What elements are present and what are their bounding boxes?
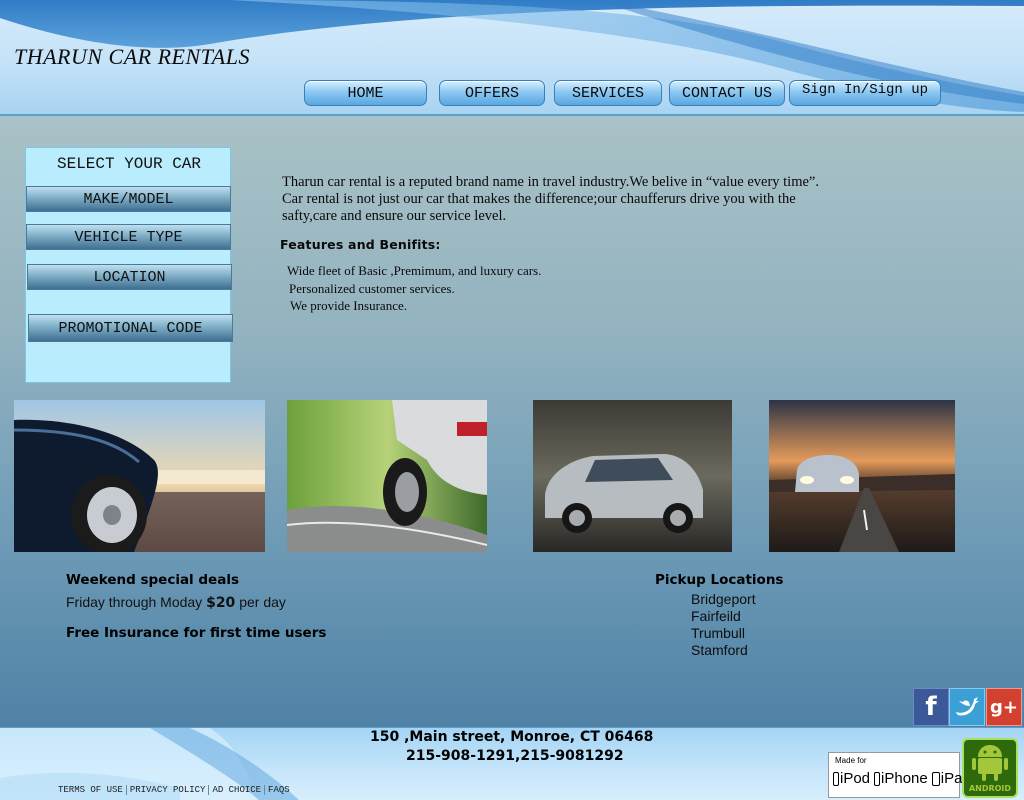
ad-choice-link[interactable]: AD CHOICE bbox=[209, 785, 266, 795]
pickup-location-item: Bridgeport bbox=[691, 591, 756, 607]
car-photo-wheel-closeup bbox=[14, 400, 265, 552]
deal-per-day: per day bbox=[239, 594, 286, 610]
android-label: ANDROID bbox=[968, 784, 1012, 793]
promotional-code-button[interactable]: PROMOTIONAL CODE bbox=[28, 314, 233, 342]
site-title: THARUN CAR RENTALS bbox=[14, 44, 250, 69]
google-plus-icon[interactable]: g+ bbox=[986, 688, 1022, 726]
ipod-icon bbox=[833, 771, 839, 786]
device-iphone: iPhone bbox=[881, 770, 928, 787]
car-search-panel: SELECT YOUR CAR MAKE/MODEL VEHICLE TYPE … bbox=[25, 147, 233, 383]
weekend-deals-title: Weekend special deals bbox=[66, 572, 239, 588]
nav-services[interactable]: SERVICES bbox=[554, 80, 662, 106]
features-title: Features and Benifits: bbox=[280, 237, 441, 252]
nav-contact-us[interactable]: CONTACT US bbox=[669, 80, 785, 106]
pickup-location-item: Fairfeild bbox=[691, 608, 741, 624]
car-photo-silver-hatchback bbox=[533, 400, 732, 552]
free-insurance-text: Free Insurance for first time users bbox=[66, 625, 327, 641]
facebook-icon[interactable]: f bbox=[913, 688, 949, 726]
device-ipod: iPod bbox=[840, 770, 871, 787]
nav-offers[interactable]: OFFERS bbox=[439, 80, 545, 106]
location-button[interactable]: LOCATION bbox=[27, 264, 232, 290]
feature-item: Wide fleet of Basic ,Premimum, and luxur… bbox=[287, 263, 542, 278]
car-photo-sunset-road bbox=[769, 400, 955, 552]
faqs-link[interactable]: FAQS bbox=[265, 785, 293, 795]
apple-made-for-badge[interactable]: Made for iPod iPhone iPad bbox=[828, 752, 971, 798]
privacy-policy-link[interactable]: PRIVACY POLICY bbox=[127, 785, 210, 795]
intro-line: Car rental is not just our car that make… bbox=[282, 191, 796, 207]
nav-sign-in[interactable]: Sign In/Sign up bbox=[789, 80, 941, 106]
footer-address: 150 ,Main street, Monroe, CT 06468 bbox=[370, 729, 654, 745]
deal-price: $20 bbox=[206, 595, 236, 611]
vehicle-type-button[interactable]: VEHICLE TYPE bbox=[26, 224, 231, 250]
terms-link[interactable]: TERMS OF USE bbox=[58, 785, 127, 795]
panel-title: SELECT YOUR CAR bbox=[56, 155, 202, 173]
feature-item: We provide Insurance. bbox=[290, 298, 407, 313]
nav-home[interactable]: HOME bbox=[304, 80, 427, 106]
iphone-icon bbox=[874, 771, 881, 786]
intro-text: Tharun car rental is a reputed brand nam… bbox=[282, 174, 922, 225]
car-photo-motion-blur bbox=[287, 400, 487, 552]
intro-line: safty,care and ensure our service level. bbox=[282, 208, 507, 224]
intro-line: Tharun car rental is a reputed brand nam… bbox=[282, 174, 819, 190]
site-header: THARUN CAR RENTALS HOME OFFERS SERVICES … bbox=[0, 0, 1024, 116]
footer-links: TERMS OF USE PRIVACY POLICY AD CHOICE FA… bbox=[58, 785, 293, 795]
pickup-locations-title: Pickup Locations bbox=[655, 572, 784, 588]
made-for-label: Made for bbox=[835, 756, 867, 765]
pickup-location-item: Trumbull bbox=[691, 625, 745, 641]
feature-item: Personalized customer services. bbox=[289, 281, 455, 296]
twitter-icon[interactable] bbox=[949, 688, 985, 726]
android-badge[interactable]: ANDROID bbox=[962, 738, 1018, 798]
pickup-location-item: Stamford bbox=[691, 642, 748, 658]
make-model-button[interactable]: MAKE/MODEL bbox=[26, 186, 231, 212]
ipad-icon bbox=[931, 771, 940, 786]
android-icon bbox=[972, 745, 1008, 781]
weekend-deals-line: Friday through Moday $20 per day bbox=[66, 594, 286, 611]
apple-device-list: iPod iPhone iPad bbox=[833, 770, 971, 787]
footer-phone: 215-908-1291,215-9081292 bbox=[406, 748, 624, 764]
deal-days: Friday through Moday bbox=[66, 594, 203, 610]
